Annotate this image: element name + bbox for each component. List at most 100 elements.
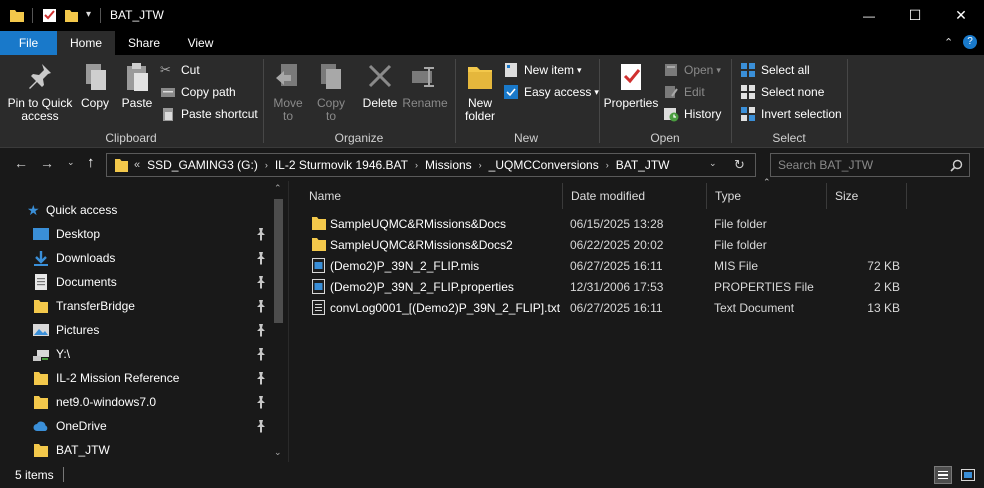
move-to-button[interactable]: Move to [269,61,307,123]
minimize-button[interactable]: — [846,0,892,31]
pictures-icon [33,324,49,336]
column-header-type[interactable]: Type [707,183,827,209]
table-row[interactable]: SampleUQMC&RMissions&Docs 06/15/2025 13:… [305,213,905,234]
scissors-icon: ✂ [160,62,171,77]
select-none-button[interactable]: Select none [740,82,824,102]
pin-icon[interactable] [255,347,267,361]
new-folder-quick-icon[interactable] [64,8,79,23]
open-button[interactable]: Open ▾ [663,60,721,80]
cut-button[interactable]: ✂ Cut [160,60,200,80]
paste-shortcut-icon [163,108,173,121]
details-view-button[interactable] [934,466,952,484]
breadcrumb-current[interactable]: BAT_JTW [616,158,670,172]
edit-button[interactable]: Edit [663,82,705,102]
sidebar-item-transferbridge[interactable]: TransferBridge [0,294,270,318]
rename-button[interactable]: Rename [402,61,448,110]
sidebar-item-net9[interactable]: net9.0-windows7.0 [0,390,270,414]
sidebar-item-onedrive[interactable]: OneDrive [0,414,270,438]
breadcrumb-overflow-icon[interactable]: « [134,159,140,171]
select-all-button[interactable]: Select all [740,60,810,80]
recent-locations-chevron-icon[interactable]: ⌄ [67,157,75,168]
collapse-ribbon-chevron-icon[interactable]: ⌃ [944,36,953,49]
item-count: 5 items [15,468,54,482]
file-name: convLog0001_[(Demo2)P_39N_2_FLIP].txt [330,300,561,315]
large-icons-view-button[interactable] [960,467,976,483]
forward-arrow-icon[interactable]: → [40,155,54,171]
tab-home[interactable]: Home [57,31,115,55]
breadcrumb-conversions[interactable]: _UQMCConversions [489,158,599,172]
pin-icon[interactable] [255,299,267,313]
breadcrumb-separator-icon[interactable]: › [479,160,482,170]
delete-button[interactable]: Delete [360,61,400,110]
file-name: (Demo2)P_39N_2_FLIP.properties [330,279,514,294]
address-bar[interactable]: « SSD_GAMING3 (G:) › IL-2 Sturmovik 1946… [106,153,756,177]
column-header-name[interactable]: Name [301,183,563,209]
new-group-label: New [513,131,538,145]
sidebar-item-y-drive[interactable]: Y:\ [0,342,270,366]
properties-quick-icon[interactable] [42,8,57,23]
column-header-date-modified[interactable]: Date modified [563,183,707,209]
search-input[interactable]: Search BAT_JTW [770,153,970,177]
paste-button[interactable]: Paste [119,61,155,110]
status-bar: 5 items [0,462,984,488]
table-row[interactable]: (Demo2)P_39N_2_FLIP.properties 12/31/200… [305,276,905,297]
new-item-icon [505,63,517,77]
tab-file[interactable]: File [0,31,57,55]
search-placeholder: Search BAT_JTW [778,158,874,172]
sidebar-item-downloads[interactable]: Downloads [0,246,270,270]
breadcrumb-separator-icon[interactable]: › [415,160,418,170]
folder-icon [34,300,48,313]
table-row[interactable]: (Demo2)P_39N_2_FLIP.mis 06/27/2025 16:11… [305,255,905,276]
table-row[interactable]: convLog0001_[(Demo2)P_39N_2_FLIP].txt 06… [305,297,905,318]
new-folder-button[interactable]: New folder [460,61,500,123]
sidebar-scrollbar-thumb[interactable] [274,199,283,323]
large-icons-view-icon [961,469,975,481]
sidebar-item-documents[interactable]: Documents [0,270,270,294]
sidebar-item-il2-mission-reference[interactable]: IL-2 Mission Reference [0,366,270,390]
select-none-label: Select none [761,85,825,99]
help-icon[interactable]: ? [963,35,977,49]
pin-icon[interactable] [255,419,267,433]
star-icon: ★ [27,202,40,218]
sidebar-item-pictures[interactable]: Pictures [0,318,270,342]
properties-button[interactable]: Properties [603,61,659,110]
pin-to-quick-access-button[interactable]: Pin to Quick access [6,61,74,123]
breadcrumb-separator-icon[interactable]: › [606,160,609,170]
table-row[interactable]: SampleUQMC&RMissions&Docs2 06/22/2025 20… [305,234,905,255]
breadcrumb-missions[interactable]: Missions [425,158,472,172]
file-date: 06/27/2025 16:11 [570,300,663,315]
up-arrow-icon[interactable]: ↑ [87,154,95,171]
breadcrumb-game-folder[interactable]: IL-2 Sturmovik 1946.BAT [275,158,408,172]
column-header-size[interactable]: Size [827,183,907,209]
scroll-down-chevron-icon[interactable]: ⌄ [274,447,282,458]
paste-shortcut-button[interactable]: Paste shortcut [160,104,258,124]
sidebar-item-desktop[interactable]: Desktop [0,222,270,246]
history-label: History [684,107,722,121]
copy-path-button[interactable]: Copy path [160,82,236,102]
copy-button[interactable]: Copy [78,61,112,110]
breadcrumb-separator-icon[interactable]: › [265,160,268,170]
sidebar-item-quick-access[interactable]: ★ Quick access [0,198,270,222]
back-arrow-icon[interactable]: ← [14,155,28,171]
breadcrumb-drive[interactable]: SSD_GAMING3 (G:) [147,158,258,172]
pin-icon[interactable] [255,371,267,385]
history-button[interactable]: History [663,104,721,124]
tab-view[interactable]: View [173,31,228,55]
pin-icon[interactable] [255,251,267,265]
tab-share[interactable]: Share [115,31,173,55]
pin-icon[interactable] [255,275,267,289]
address-history-chevron-icon[interactable]: ⌄ [709,158,717,169]
copy-to-button[interactable]: Copy to [312,61,350,123]
maximize-button[interactable]: ☐ [892,0,938,31]
close-button[interactable]: ✕ [938,0,984,31]
pin-icon[interactable] [255,227,267,241]
sidebar-item-bat-jtw[interactable]: BAT_JTW [0,438,270,462]
pin-icon[interactable] [255,323,267,337]
scroll-up-chevron-icon[interactable]: ⌃ [274,183,282,194]
invert-selection-button[interactable]: Invert selection [740,104,842,124]
easy-access-button[interactable]: Easy access ▾ [503,82,599,102]
pin-icon[interactable] [255,395,267,409]
new-item-button[interactable]: New item ▾ [503,60,582,80]
customize-toolbar-chevron-icon[interactable]: ▾ [86,9,91,20]
refresh-icon[interactable]: ↻ [734,157,745,173]
